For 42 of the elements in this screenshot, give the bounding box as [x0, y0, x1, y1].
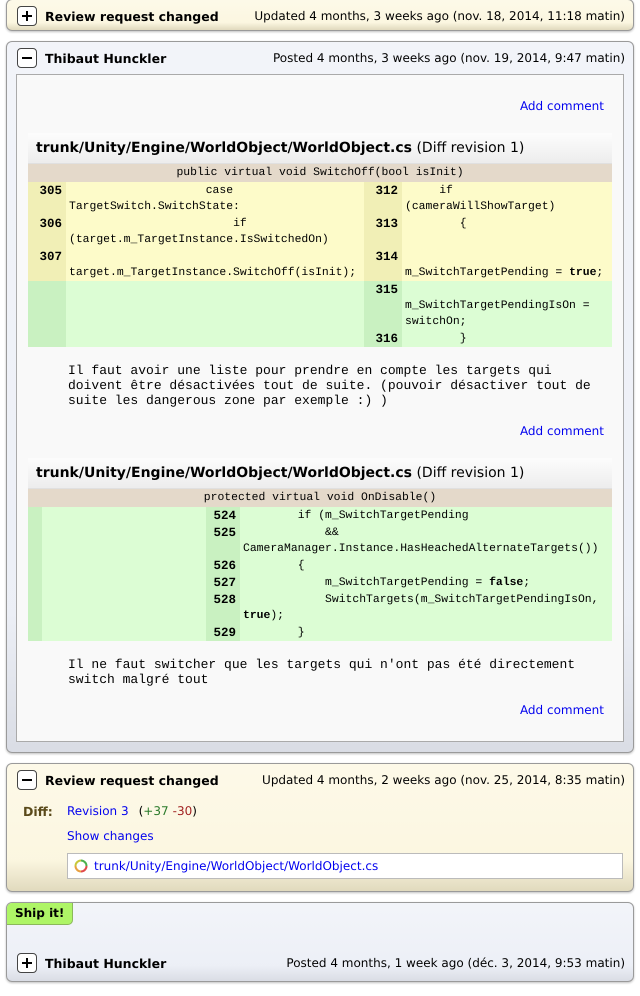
comment-text: Il ne faut switcher que les targets qui n'ont pas été directement switch malgré tout: [68, 657, 576, 687]
line-number: 524: [206, 507, 240, 524]
line-number: 307: [28, 248, 66, 281]
comment-text: Il faut avoir une liste pour prendre en compte les targets qui doivent être désactivées tout de suite. (pouvoir désactiver tout de suite les dangerous zone par exemple :) ): [68, 363, 592, 408]
line-number: 526: [206, 557, 240, 574]
line-number: 305: [28, 182, 66, 215]
timestamp: Posted 4 months, 1 week ago (déc. 3, 2014, 9:53 matin): [286, 956, 625, 970]
toggle-button[interactable]: [17, 6, 37, 26]
function-header: public virtual void SwitchOff(bool isInit): [28, 164, 612, 182]
add-comment-link[interactable]: Add comment: [520, 424, 604, 438]
line-number: 315: [364, 281, 402, 330]
diff-summary: Revision 3 (+37 -30): [67, 804, 198, 819]
line-number: 314: [364, 248, 402, 281]
function-header: protected virtual void OnDisable(): [28, 489, 612, 507]
show-changes-link[interactable]: Show changes: [67, 829, 623, 843]
add-comment-link[interactable]: Add comment: [520, 703, 604, 717]
ring-icon: [74, 859, 88, 873]
line-number: 528: [206, 591, 240, 624]
toggle-button[interactable]: [17, 770, 37, 790]
line-number: 316: [364, 330, 402, 347]
line-number: 306: [28, 215, 66, 248]
plus-icon: [21, 10, 33, 22]
author-name: Thibaut Hunckler: [45, 50, 166, 66]
line-number: 312: [364, 182, 402, 215]
author-name: Thibaut Hunckler: [45, 956, 166, 970]
entry-title: Review request changed: [45, 8, 219, 24]
line-number: 527: [206, 574, 240, 591]
line-number: 529: [206, 624, 240, 641]
line-number: 313: [364, 215, 402, 248]
file-link[interactable]: trunk/Unity/Engine/WorldObject/WorldObject.cs: [94, 859, 378, 873]
revision-link[interactable]: Revision 3: [67, 804, 129, 818]
timestamp: Posted 4 months, 3 weeks ago (nov. 19, 2014, 9:47 matin): [273, 51, 625, 65]
line-number: 525: [206, 524, 240, 557]
toggle-button[interactable]: [17, 953, 37, 973]
timestamp: Updated 4 months, 2 weeks ago (nov. 25, 2014, 8:35 matin): [262, 773, 625, 787]
ship-it-badge: Ship it!: [7, 903, 74, 925]
timestamp: Updated 4 months, 3 weeks ago (nov. 18, 2014, 11:18 matin): [254, 9, 625, 23]
toggle-button[interactable]: [17, 48, 37, 68]
plus-icon: [21, 957, 33, 969]
diff-label: Diff:: [23, 804, 54, 819]
entry-title: Review request changed: [45, 772, 219, 788]
add-comment-link[interactable]: Add comment: [520, 99, 604, 113]
